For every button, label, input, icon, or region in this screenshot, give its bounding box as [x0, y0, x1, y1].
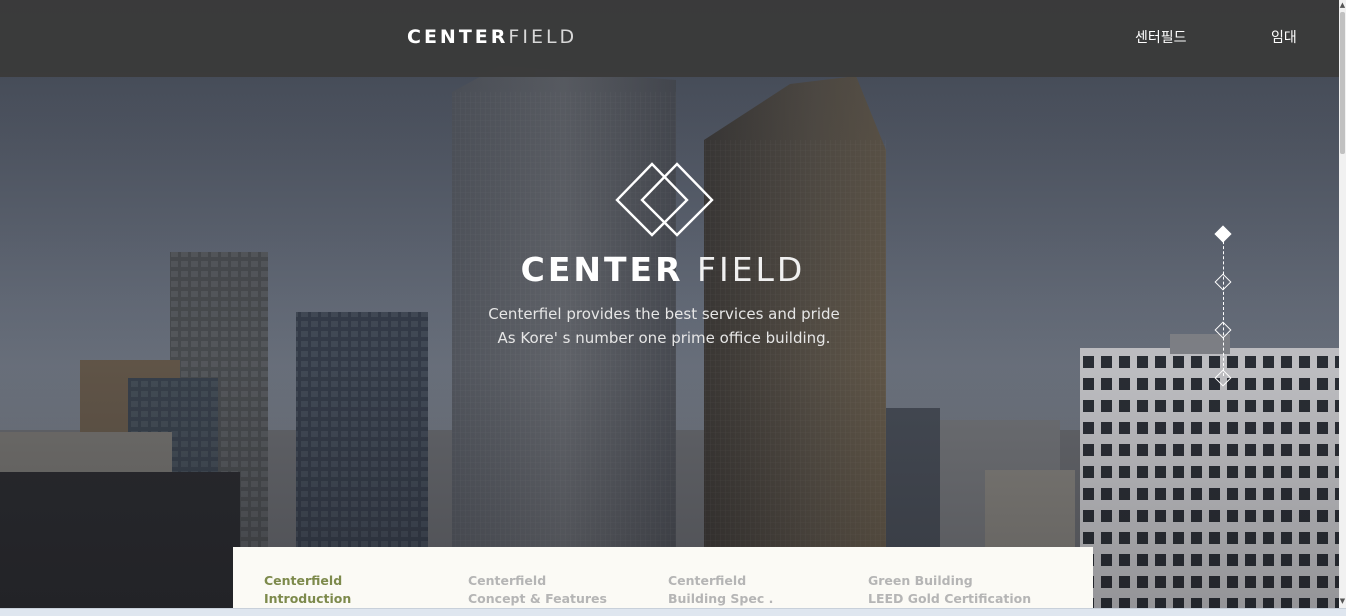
pager-dot-4[interactable] — [1214, 369, 1232, 387]
pager-dot-2[interactable] — [1214, 273, 1232, 291]
hero-title-bold: CENTER — [520, 250, 684, 289]
tab-building-spec[interactable]: Centerfield Building Spec . — [668, 572, 773, 608]
page-scrollbar[interactable]: ▲ ▼ — [1339, 0, 1346, 608]
tab-line2: Building Spec . — [668, 591, 774, 606]
pager-connector-line — [1223, 236, 1224, 376]
scroll-up-icon[interactable]: ▲ — [1339, 0, 1346, 10]
tab-centerfield-introduction[interactable]: Centerfield Introduction — [264, 572, 351, 608]
pager-dot-3[interactable] — [1214, 321, 1232, 339]
hero-dark-overlay — [0, 0, 1339, 608]
tab-green-building[interactable]: Green Building LEED Gold Certification — [868, 572, 1031, 608]
nav-item-lease[interactable]: 임대 — [1271, 27, 1297, 47]
page: CENTERFIELD 센터필드 임대 CENTER FIELD Centerf… — [0, 0, 1346, 616]
tab-line2: Concept & Features — [468, 591, 607, 606]
tab-line1: Centerfield — [468, 573, 547, 588]
hero-title-thin: FIELD — [683, 250, 806, 289]
tab-line2: LEED Gold Certification — [868, 591, 1032, 606]
hero-tagline-line1: Centerfiel provides the best services an… — [488, 305, 840, 323]
nav-item-centerfield[interactable]: 센터필드 — [1135, 27, 1187, 47]
slide-pager — [1212, 222, 1236, 390]
hero-brand-title: CENTER FIELD — [0, 250, 1326, 289]
centerfield-emblem-icon — [615, 162, 714, 237]
site-header: CENTERFIELD 센터필드 임대 — [0, 0, 1339, 77]
pager-dot-1[interactable] — [1214, 225, 1232, 243]
logo-text-bold: CENTER — [407, 26, 509, 48]
hero-background-image — [0, 0, 1339, 608]
tab-line1: Centerfield — [668, 573, 747, 588]
logo-text-thin: FIELD — [508, 26, 578, 48]
tab-concept-features[interactable]: Centerfield Concept & Features — [468, 572, 607, 608]
tab-line1: Green Building — [868, 573, 973, 588]
section-tabs-panel: Centerfield Introduction Centerfield Con… — [233, 547, 1093, 609]
tab-line2: Introduction — [264, 591, 352, 606]
browser-status-bar — [0, 608, 1346, 616]
scroll-down-icon[interactable]: ▼ — [1339, 596, 1346, 606]
scrollbar-thumb[interactable] — [1340, 12, 1345, 154]
tab-line1: Centerfield — [264, 573, 343, 588]
hero-tagline-line2: As Kore' s number one prime office build… — [497, 329, 831, 347]
site-logo[interactable]: CENTERFIELD — [407, 26, 577, 48]
